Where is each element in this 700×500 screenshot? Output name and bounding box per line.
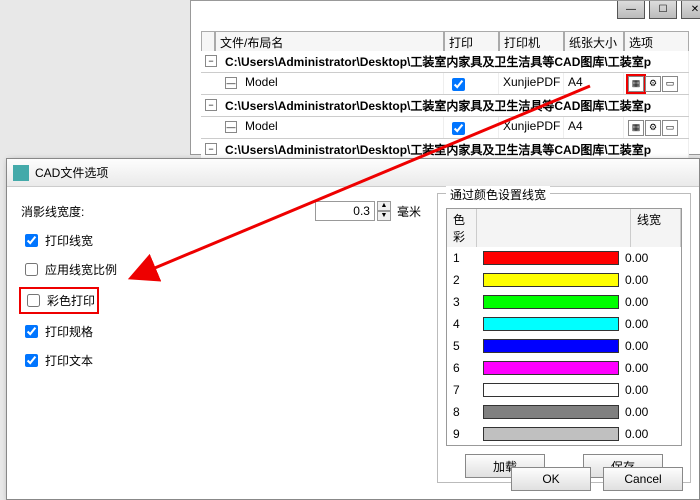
color-table: 色彩 线宽 10.0020.0030.0040.0050.0060.0070.0…: [446, 208, 682, 446]
table-row[interactable]: −C:\Users\Administrator\Desktop\工装室内家具及卫…: [201, 95, 689, 117]
file-list-window: — ☐ ✕ 文件/布局名 打印 打印机 纸张大小 选项 −C:\Users\Ad…: [190, 0, 700, 155]
lineweight-input[interactable]: [315, 201, 375, 221]
table-row[interactable]: −C:\Users\Administrator\Desktop\工装室内家具及卫…: [201, 51, 689, 73]
minimize-button[interactable]: —: [617, 1, 645, 19]
tree-collapse-icon[interactable]: −: [205, 55, 217, 67]
dialog-titlebar: CAD文件选项: [7, 159, 699, 187]
settings-icon[interactable]: ⚙: [645, 120, 661, 136]
lineweight-label: 消影线宽度:: [21, 203, 84, 220]
spinner-down[interactable]: ▼: [377, 211, 391, 221]
col-color[interactable]: 色彩: [447, 209, 477, 247]
color-row[interactable]: 20.00: [447, 269, 681, 291]
color-row[interactable]: 90.00: [447, 423, 681, 445]
color-row[interactable]: 50.00: [447, 335, 681, 357]
color-lineweight-group: 通过颜色设置线宽 色彩 线宽 10.0020.0030.0040.0050.00…: [437, 193, 691, 483]
page-icon[interactable]: ▭: [662, 76, 678, 92]
color-row[interactable]: 80.00: [447, 401, 681, 423]
color-row[interactable]: 10.00: [447, 247, 681, 269]
check-print-text[interactable]: 打印文本: [21, 351, 93, 370]
color-row[interactable]: 60.00: [447, 357, 681, 379]
table-row[interactable]: — Model XunjiePDF A4 ▦ ⚙ ▭: [201, 117, 689, 139]
color-row[interactable]: 30.00: [447, 291, 681, 313]
cad-file-options-dialog: CAD文件选项 消影线宽度: ▲ ▼ 毫米 打印线宽 应用线宽比例 彩色打印 打…: [6, 158, 700, 500]
color-row[interactable]: 70.00: [447, 379, 681, 401]
group-legend: 通过颜色设置线宽: [446, 186, 550, 203]
print-checkbox[interactable]: [452, 122, 465, 135]
print-checkbox[interactable]: [452, 78, 465, 91]
tree-leaf-icon: —: [225, 121, 237, 133]
maximize-button[interactable]: ☐: [649, 1, 677, 19]
spinner-up[interactable]: ▲: [377, 201, 391, 211]
cancel-button[interactable]: Cancel: [603, 467, 683, 491]
check-apply-scale[interactable]: 应用线宽比例: [21, 260, 117, 279]
tree-leaf-icon: —: [225, 77, 237, 89]
color-row[interactable]: 100.00: [447, 445, 681, 446]
layout-icon[interactable]: ▦: [628, 120, 644, 136]
check-print-lineweight[interactable]: 打印线宽: [21, 231, 93, 250]
dialog-title: CAD文件选项: [35, 164, 108, 181]
settings-icon[interactable]: ⚙: [645, 76, 661, 92]
unit-label: 毫米: [397, 203, 421, 220]
check-print-spec[interactable]: 打印规格: [21, 322, 93, 341]
color-row[interactable]: 40.00: [447, 313, 681, 335]
table-row[interactable]: — Model XunjiePDF A4 ▦ ⚙ ▭: [201, 73, 689, 95]
layout-icon[interactable]: ▦: [628, 76, 644, 92]
page-icon[interactable]: ▭: [662, 120, 678, 136]
tree-collapse-icon[interactable]: −: [205, 143, 217, 155]
col-lw[interactable]: 线宽: [631, 209, 681, 247]
check-color-print[interactable]: 彩色打印: [21, 289, 97, 312]
tree-collapse-icon[interactable]: −: [205, 99, 217, 111]
ok-button[interactable]: OK: [511, 467, 591, 491]
app-icon: [13, 165, 29, 181]
close-button[interactable]: ✕: [681, 1, 700, 19]
